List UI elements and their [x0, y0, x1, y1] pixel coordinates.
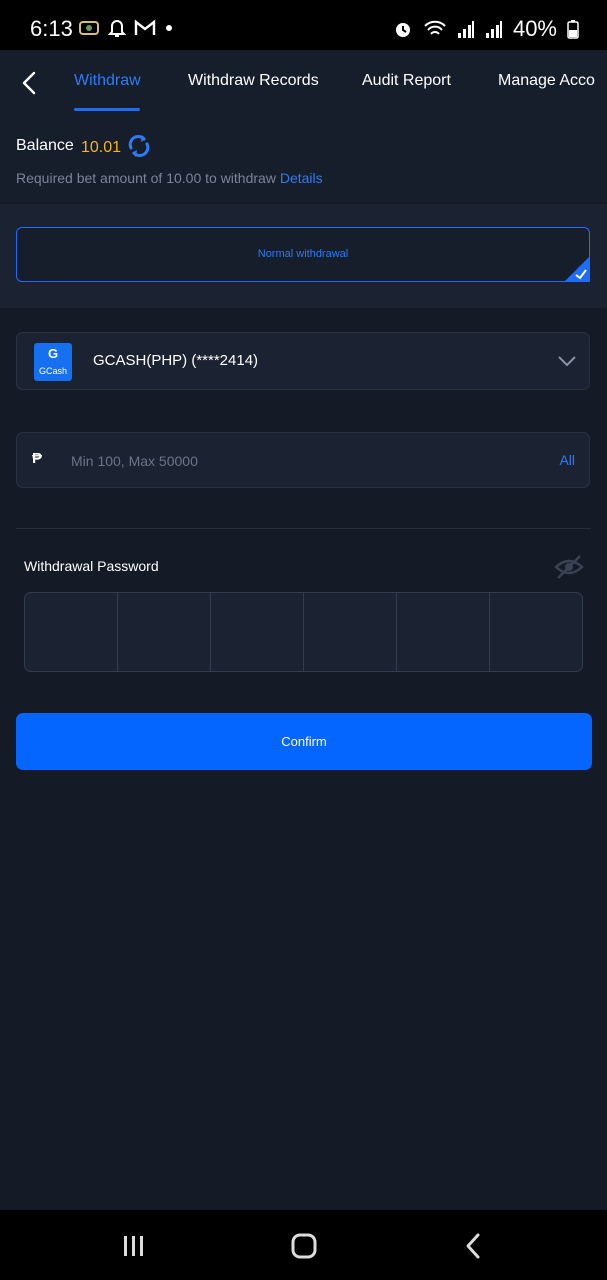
back-arrow-icon[interactable]	[16, 68, 44, 98]
balance-section	[0, 116, 607, 202]
system-icons: 40%	[393, 16, 579, 42]
battery-percent: 40%	[512, 16, 557, 41]
system-nav-bar	[0, 1210, 607, 1280]
password-digit-2[interactable]	[118, 593, 211, 671]
payment-method-select[interactable]: G GCash GCASH(PHP) (****2414)	[16, 332, 590, 390]
status-bar: 6:13 40%	[0, 0, 607, 50]
payment-method-label: GCASH(PHP) (****2414)	[93, 352, 259, 369]
bet-requirement-text: Required bet amount of 10.00 to withdraw	[16, 170, 276, 186]
alarm-icon	[395, 23, 410, 37]
back-nav-icon[interactable]	[454, 1230, 494, 1262]
gmail-icon	[134, 19, 156, 35]
status-time: 6:13	[30, 16, 73, 41]
selected-check-icon	[564, 256, 590, 282]
password-digit-5[interactable]	[397, 593, 490, 671]
withdraw-type-label: Normal withdrawal	[257, 248, 349, 260]
section-divider	[16, 528, 591, 529]
password-digit-1[interactable]	[25, 593, 118, 671]
tab-audit-report[interactable]: Audit Report	[362, 72, 451, 90]
password-digit-boxes[interactable]	[24, 592, 583, 672]
amount-input[interactable]	[69, 447, 513, 475]
tab-withdraw-records[interactable]: Withdraw Records	[188, 72, 319, 90]
password-digit-6[interactable]	[490, 593, 582, 671]
recent-apps-icon[interactable]	[114, 1230, 154, 1262]
dot-icon	[166, 25, 172, 31]
password-digit-3[interactable]	[211, 593, 304, 671]
details-link[interactable]: Details	[280, 170, 323, 186]
all-amount-button[interactable]: All	[559, 452, 575, 468]
signal-icon-2	[485, 21, 502, 38]
bet-requirement: Required bet amount of 10.00 to withdraw…	[16, 170, 323, 186]
battery-icon	[567, 20, 579, 39]
eye-off-icon[interactable]	[553, 553, 585, 581]
password-digit-4[interactable]	[304, 593, 397, 671]
notification-icons	[78, 18, 174, 38]
gcash-logo-letter: G	[47, 346, 59, 361]
gcash-logo-text: GCash	[38, 366, 67, 376]
confirm-button[interactable]: Confirm	[16, 713, 592, 770]
chevron-down-icon	[558, 356, 576, 367]
peso-icon: ₱	[32, 450, 43, 467]
gcash-logo: G GCash	[34, 343, 72, 381]
amount-field: ₱ All	[16, 432, 590, 488]
wifi-icon	[424, 20, 446, 35]
tab-withdraw[interactable]: Withdraw	[74, 72, 141, 90]
tab-manage-account[interactable]: Manage Acco	[498, 72, 595, 90]
signal-icon	[457, 21, 474, 38]
withdrawal-password-label: Withdrawal Password	[24, 558, 159, 574]
tab-header: Withdraw Withdraw Records Audit Report M…	[0, 50, 607, 116]
home-icon[interactable]	[284, 1230, 324, 1262]
withdraw-type-normal[interactable]: Normal withdrawal	[16, 227, 590, 282]
balance-label: Balance	[16, 137, 74, 154]
bell-icon	[108, 20, 126, 37]
balance-value: 10.01	[81, 139, 122, 156]
active-tab-indicator	[74, 108, 140, 111]
refresh-icon[interactable]	[126, 133, 152, 159]
app-notification-icon	[79, 21, 99, 35]
